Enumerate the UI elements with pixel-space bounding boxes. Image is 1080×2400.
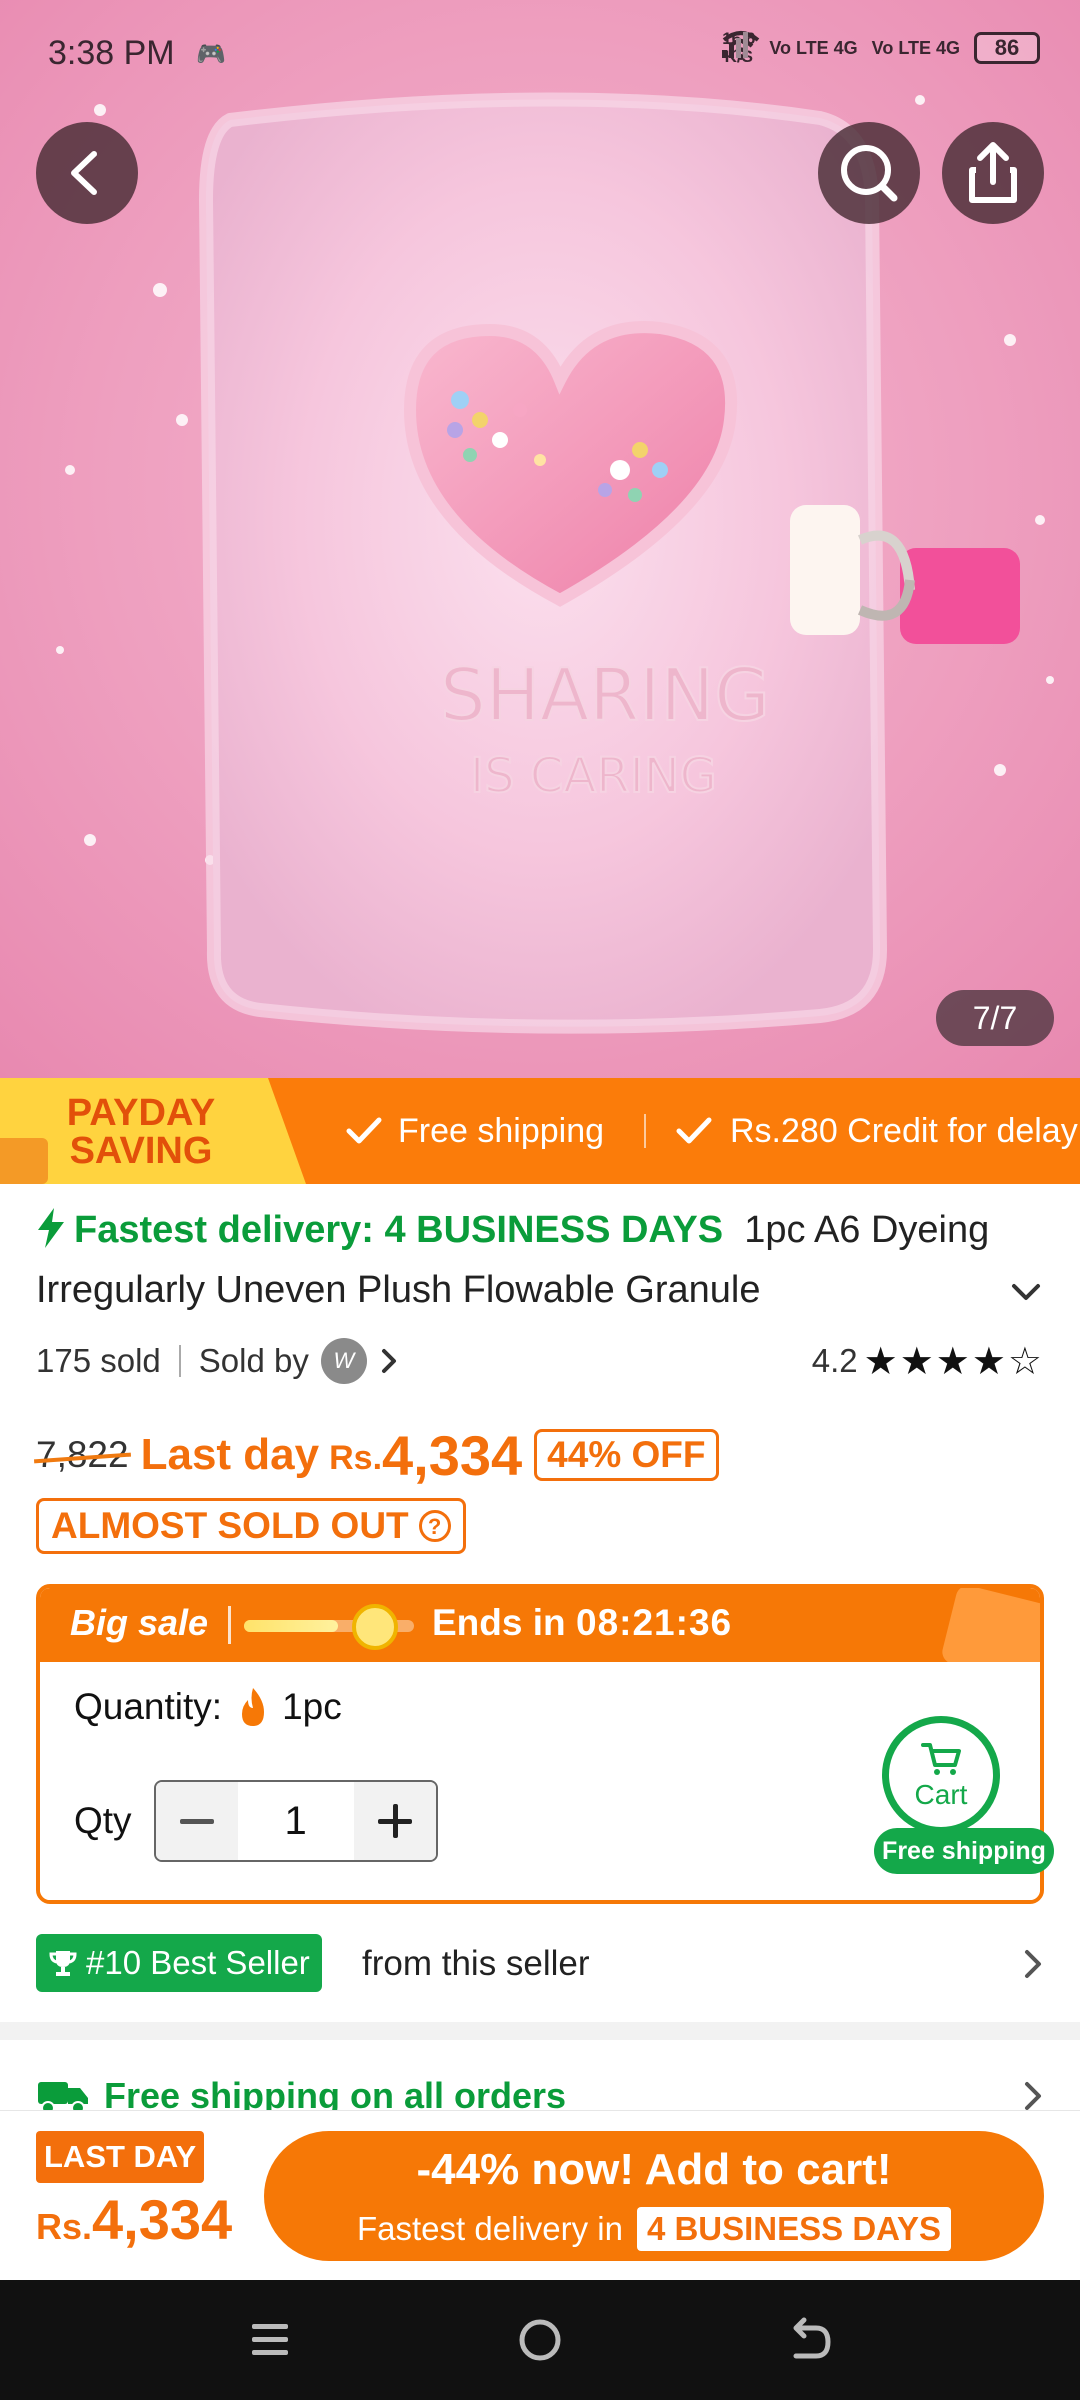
quantity-value: 1pc [282, 1686, 342, 1727]
best-seller-text[interactable]: from this seller [362, 1944, 590, 1984]
battery-indicator: 86 [974, 32, 1040, 64]
seller-avatar[interactable]: W [320, 1338, 367, 1384]
trophy-icon [49, 1951, 77, 1976]
quantity-info: Quantity: 1pc [74, 1686, 342, 1728]
quantity-input[interactable]: 1 [238, 1782, 354, 1860]
quantity-stepper[interactable]: 1 [153, 1780, 438, 1862]
product-image-gallery[interactable]: SHARING IS CARING 3:38 PM 🎮 16.6 K/S Vo … [0, 0, 1080, 1078]
currency-label: Rs. [329, 1439, 383, 1477]
signal-2-icon [722, 32, 749, 58]
add-to-cart-button[interactable]: -44% now! Add to cart! Fastest delivery … [264, 2131, 1044, 2261]
price-row: 7,822 Last day Rs. 4,334 44% OFF [36, 1420, 719, 1490]
decrease-quantity-button[interactable] [155, 1782, 238, 1860]
flame-icon [242, 1688, 265, 1726]
last-day-badge: LAST DAY [36, 2131, 205, 2183]
stock-status-label: ALMOST SOLD OUT [51, 1505, 409, 1546]
lightning-icon [38, 1208, 64, 1248]
bottom-price: Rs.4,334 [36, 2187, 232, 2252]
product-print-line2: IS CARING [470, 748, 717, 804]
big-sale-label: Big sale [70, 1602, 209, 1643]
menu-icon[interactable] [248, 2314, 292, 2366]
sold-by-label[interactable]: Sold by [199, 1342, 309, 1380]
chevron-down-icon[interactable] [1006, 1272, 1046, 1312]
add-to-cart-subline: Fastest delivery in 4 BUSINESS DAYS [264, 2207, 1044, 2251]
add-to-cart-label: -44% now! Add to cart! [416, 2145, 892, 2194]
clock-icon [352, 1604, 398, 1650]
almost-sold-out-badge[interactable]: ALMOST SOLD OUT ? [36, 1498, 466, 1554]
cart-label: Cart [914, 1779, 968, 1810]
signal-1-label: Vo LTE 4G [769, 37, 858, 58]
gift-icon [0, 1138, 48, 1184]
big-sale-header: Big sale Ends in 08:21:36 [40, 1588, 1040, 1685]
cart-icon [921, 1743, 961, 1775]
original-price: 7,822 [36, 1434, 129, 1475]
status-bar: 3:38 PM 🎮 16.6 K/S Vo LTE 4G Vo LTE 4G [0, 0, 1080, 108]
promo-delay-credit: Rs.280 Credit for delay [730, 1112, 1078, 1150]
big-sale-divider [228, 1606, 231, 1644]
increase-quantity-button[interactable] [353, 1782, 436, 1860]
status-time: 3:38 PM [48, 34, 175, 72]
last-day-label: Last day [140, 1430, 320, 1479]
best-seller-label: #10 Best Seller [86, 1944, 310, 1981]
countdown-timer: 08:21:36 [576, 1602, 733, 1643]
check-icon [346, 1117, 382, 1144]
product-print-line1: SHARING [440, 653, 770, 737]
ends-in-label: Ends in [432, 1602, 566, 1643]
sales-meta: 175 sold Sold by W [36, 1336, 401, 1386]
cart-button[interactable]: Cart [882, 1716, 1000, 1834]
quantity-label: Quantity: [74, 1686, 223, 1727]
delivery-days-chip: 4 BUSINESS DAYS [636, 2207, 951, 2251]
chevron-right-icon[interactable] [377, 1346, 401, 1376]
meta-divider [178, 1345, 181, 1377]
chevron-left-icon [71, 151, 97, 195]
promo-divider [644, 1114, 646, 1148]
section-divider [0, 2022, 1080, 2040]
delivery-label: Fastest delivery in [357, 2210, 623, 2247]
share-button[interactable] [942, 122, 1044, 224]
search-icon [841, 145, 898, 202]
qty-row: Qty 1 [74, 1780, 438, 1862]
back-button[interactable] [36, 122, 138, 224]
payday-line1: PAYDAY [66, 1092, 216, 1134]
check-icon [676, 1117, 712, 1144]
cart-free-shipping-badge: Free shipping [874, 1828, 1054, 1874]
payday-line2: SAVING [69, 1130, 213, 1172]
sale-price: 4,334 [382, 1423, 523, 1487]
qty-label: Qty [74, 1800, 132, 1841]
bottom-action-bar: LAST DAY Rs.4,334 -44% now! Add to cart!… [0, 2110, 1080, 2280]
rating-value: 4.2 [811, 1342, 858, 1379]
back-nav-icon[interactable] [786, 2314, 832, 2366]
bottom-currency: Rs. [36, 2206, 93, 2247]
system-navigation-bar [0, 2280, 1080, 2400]
signal-2-label: Vo LTE 4G [871, 37, 960, 58]
bottom-price-value: 4,334 [92, 2188, 233, 2251]
product-rating[interactable]: 4.2 ★★★★☆ [812, 1336, 1044, 1386]
home-icon[interactable] [514, 2314, 566, 2366]
promo-banner[interactable]: PAYDAY SAVING Free shipping Rs.280 Credi… [0, 1078, 1080, 1184]
promo-free-shipping: Free shipping [398, 1112, 605, 1150]
fastest-delivery-label: Fastest delivery: 4 BUSINESS DAYS [74, 1209, 724, 1251]
search-button[interactable] [818, 122, 920, 224]
gallery-page-counter: 7/7 [936, 990, 1054, 1046]
share-icon [969, 142, 1017, 203]
game-mode-icon: 🎮 [196, 41, 226, 68]
sold-count: 175 sold [36, 1342, 161, 1379]
title-fade [870, 1262, 990, 1322]
help-icon: ? [418, 1510, 451, 1542]
rating-stars: ★★★★☆ [863, 1340, 1044, 1383]
sale-progress-fill [244, 1620, 338, 1632]
chevron-right-icon[interactable] [1020, 1944, 1046, 1984]
discount-badge: 44% OFF [534, 1429, 719, 1481]
best-seller-badge[interactable]: #10 Best Seller [36, 1934, 322, 1992]
